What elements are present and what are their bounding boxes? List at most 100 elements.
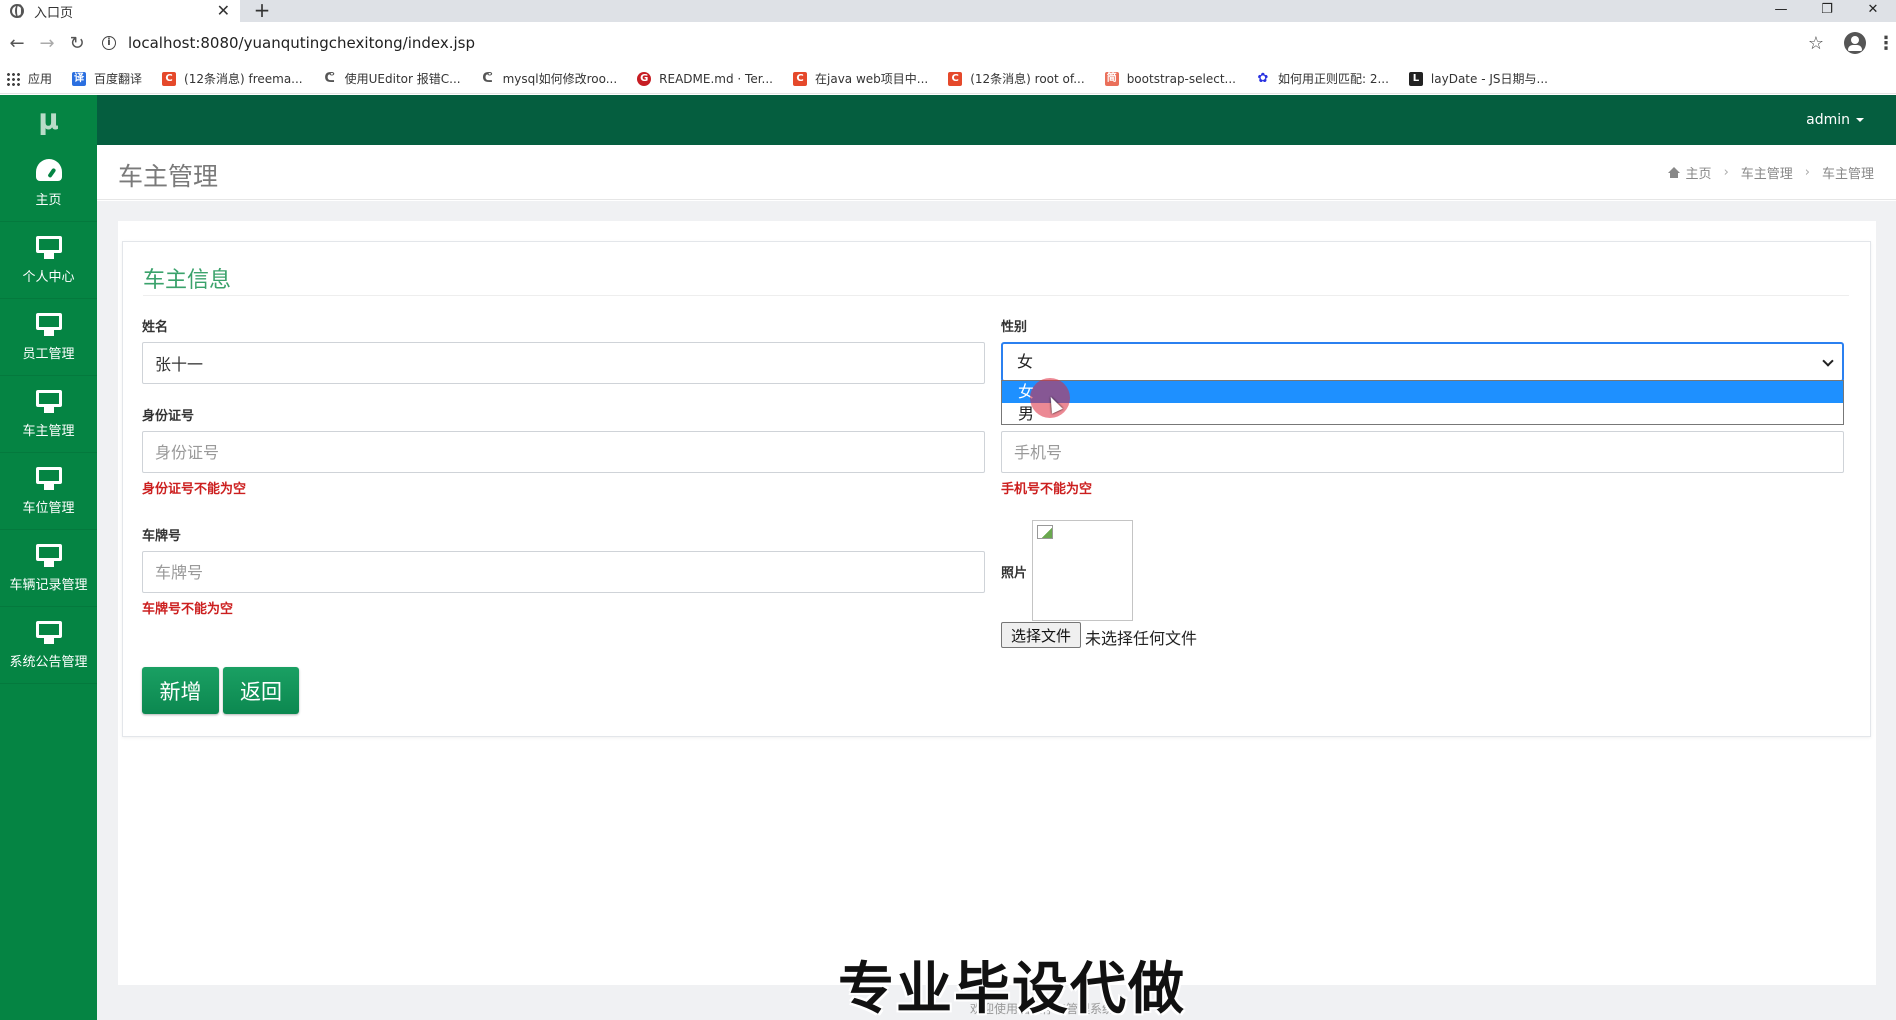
site-info-icon[interactable]: i	[102, 36, 116, 50]
chevron-right-icon: ›	[1804, 165, 1810, 180]
sidebar-item-label: 车辆记录管理	[9, 577, 88, 593]
file-status: 未选择任何文件	[1085, 629, 1198, 648]
sidebar-item-label: 系统公告管理	[9, 654, 88, 670]
broken-image-icon	[1037, 525, 1053, 539]
bookmark-label: 如何用正则匹配: 2...	[1277, 72, 1389, 86]
bookmark-label: 在java web项目中...	[815, 72, 929, 86]
bookmark-item[interactable]: L layDate - JS日期与...	[1408, 70, 1548, 87]
chevron-right-icon: ›	[1723, 165, 1729, 180]
bookmark-item[interactable]: ᕦ 使用UEditor 报错C...	[323, 70, 460, 87]
bookmark-item[interactable]: ᕦ mysql如何修改roo...	[481, 70, 618, 87]
bookmark-star-icon[interactable]: ☆	[1798, 33, 1834, 54]
id-card-label: 身份证号	[142, 409, 195, 424]
minimize-button[interactable]: —	[1758, 0, 1804, 22]
name-label: 姓名	[142, 320, 169, 335]
back-arrow-icon[interactable]: ←	[2, 33, 32, 54]
tab-close-button[interactable]: ✕	[217, 3, 230, 19]
gender-option-female[interactable]: 女	[1002, 381, 1843, 403]
sidebar-item-announcements[interactable]: 系统公告管理	[0, 607, 97, 684]
gender-label: 性别	[1001, 320, 1028, 335]
bookmark-item[interactable]: C 在java web项目中...	[793, 70, 928, 87]
sidebar-item-home[interactable]: 主页	[0, 145, 97, 222]
breadcrumb-owners[interactable]: 车主管理	[1741, 163, 1793, 182]
photo-preview	[1032, 520, 1133, 621]
sidebar-item-label: 车位管理	[22, 500, 75, 516]
back-button[interactable]: 返回	[223, 667, 299, 714]
globe-icon	[10, 4, 24, 18]
breadcrumb-home[interactable]: 主页	[1686, 163, 1712, 182]
address-bar: ← → ↻ i localhost:8080/yuanqutingchexito…	[0, 22, 1896, 64]
sidebar-item-label: 车主管理	[22, 423, 75, 439]
monitor-icon	[35, 620, 62, 644]
bookmark-item[interactable]: C (12条消息) freema...	[162, 70, 303, 87]
gender-option-male[interactable]: 男	[1002, 403, 1843, 425]
blog-icon: ᕦ	[324, 70, 335, 86]
reload-icon[interactable]: ↻	[62, 33, 92, 54]
chevron-down-icon	[1822, 355, 1834, 367]
watermark: 专业毕设代做	[838, 957, 1186, 1020]
bookmark-label: mysql如何修改roo...	[502, 72, 618, 86]
bookmark-label: 百度翻译	[94, 72, 143, 86]
sidebar-item-owners[interactable]: 车主管理	[0, 376, 97, 453]
gender-dropdown-list: 女 男	[1001, 380, 1844, 425]
page-header: 车主管理 主页 › 车主管理 › 车主管理	[97, 145, 1896, 200]
apps-icon	[6, 71, 20, 86]
sidebar-item-label: 个人中心	[22, 269, 75, 285]
csdn-icon: C	[793, 71, 807, 86]
new-tab-button[interactable]: +	[250, 0, 274, 22]
bookmark-label: README.md · Ter...	[659, 71, 773, 86]
profile-avatar-icon[interactable]	[1844, 32, 1866, 54]
jianshu-icon: 简	[1104, 71, 1119, 86]
card-title: 车主信息	[143, 268, 232, 293]
top-navbar: admin	[97, 95, 1896, 145]
phone-error: 手机号不能为空	[1001, 482, 1093, 497]
name-input[interactable]	[142, 342, 985, 384]
close-window-button[interactable]: ✕	[1850, 0, 1896, 22]
sidebar-item-label: 主页	[35, 192, 62, 208]
tab-title: 入口页	[34, 5, 74, 21]
csdn-icon: C	[162, 71, 177, 86]
bookmark-item[interactable]: 译 百度翻译	[72, 70, 142, 87]
bookmark-item[interactable]: 简 bootstrap-select...	[1104, 71, 1236, 86]
bookmark-label: 应用	[28, 72, 53, 86]
bookmark-label: (12条消息) freema...	[184, 72, 303, 86]
app-logo[interactable]: μ	[0, 95, 97, 145]
layui-icon: L	[1408, 71, 1423, 86]
owner-info-card: 车主信息	[122, 241, 1871, 737]
gender-select[interactable]: 女	[1001, 342, 1844, 382]
plate-error: 车牌号不能为空	[142, 602, 234, 617]
plate-label: 车牌号	[142, 529, 182, 544]
breadcrumb: 主页 › 车主管理 › 车主管理	[1667, 163, 1874, 182]
bookmark-item[interactable]: ✿ 如何用正则匹配: 2...	[1256, 70, 1389, 87]
phone-input[interactable]	[1001, 431, 1844, 473]
id-card-input[interactable]	[142, 431, 985, 473]
csdn-icon: C	[948, 71, 963, 86]
baidu-translate-icon: 译	[72, 71, 87, 86]
browser-tab-strip: 入口页 ✕ + — ❐ ✕	[0, 0, 1896, 22]
url-field[interactable]: i localhost:8080/yuanqutingchexitong/ind…	[102, 28, 1798, 58]
sidebar-item-personal-center[interactable]: 个人中心	[0, 222, 97, 299]
sidebar-item-staff[interactable]: 员工管理	[0, 299, 97, 376]
add-button[interactable]: 新增	[142, 667, 219, 714]
sidebar-item-parking-spaces[interactable]: 车位管理	[0, 453, 97, 530]
browser-menu-icon[interactable]: ⋮	[1876, 33, 1896, 54]
bookmark-apps[interactable]: 应用	[6, 70, 52, 87]
sidebar-item-vehicle-records[interactable]: 车辆记录管理	[0, 530, 97, 607]
home-icon	[1667, 167, 1680, 178]
sidebar-item-label: 员工管理	[22, 346, 75, 362]
bookmark-item[interactable]: G README.md · Ter...	[637, 71, 773, 86]
restore-button[interactable]: ❐	[1804, 0, 1850, 22]
url-text: localhost:8080/yuanqutingchexitong/index…	[128, 34, 476, 52]
forward-arrow-icon[interactable]: →	[32, 33, 62, 54]
page-title: 车主管理	[118, 162, 219, 191]
browser-tab[interactable]: 入口页 ✕	[0, 0, 240, 22]
user-menu[interactable]: admin	[1806, 95, 1864, 145]
window-controls: — ❐ ✕	[1758, 0, 1896, 22]
bookmark-label: bootstrap-select...	[1126, 71, 1236, 86]
baidu-icon: ✿	[1257, 70, 1269, 86]
gender-selected-value: 女	[1017, 352, 1034, 371]
plate-input[interactable]	[142, 551, 985, 593]
monitor-icon	[35, 312, 62, 336]
choose-file-button[interactable]: 选择文件	[1001, 622, 1081, 648]
bookmark-item[interactable]: C (12条消息) root of...	[948, 70, 1085, 87]
